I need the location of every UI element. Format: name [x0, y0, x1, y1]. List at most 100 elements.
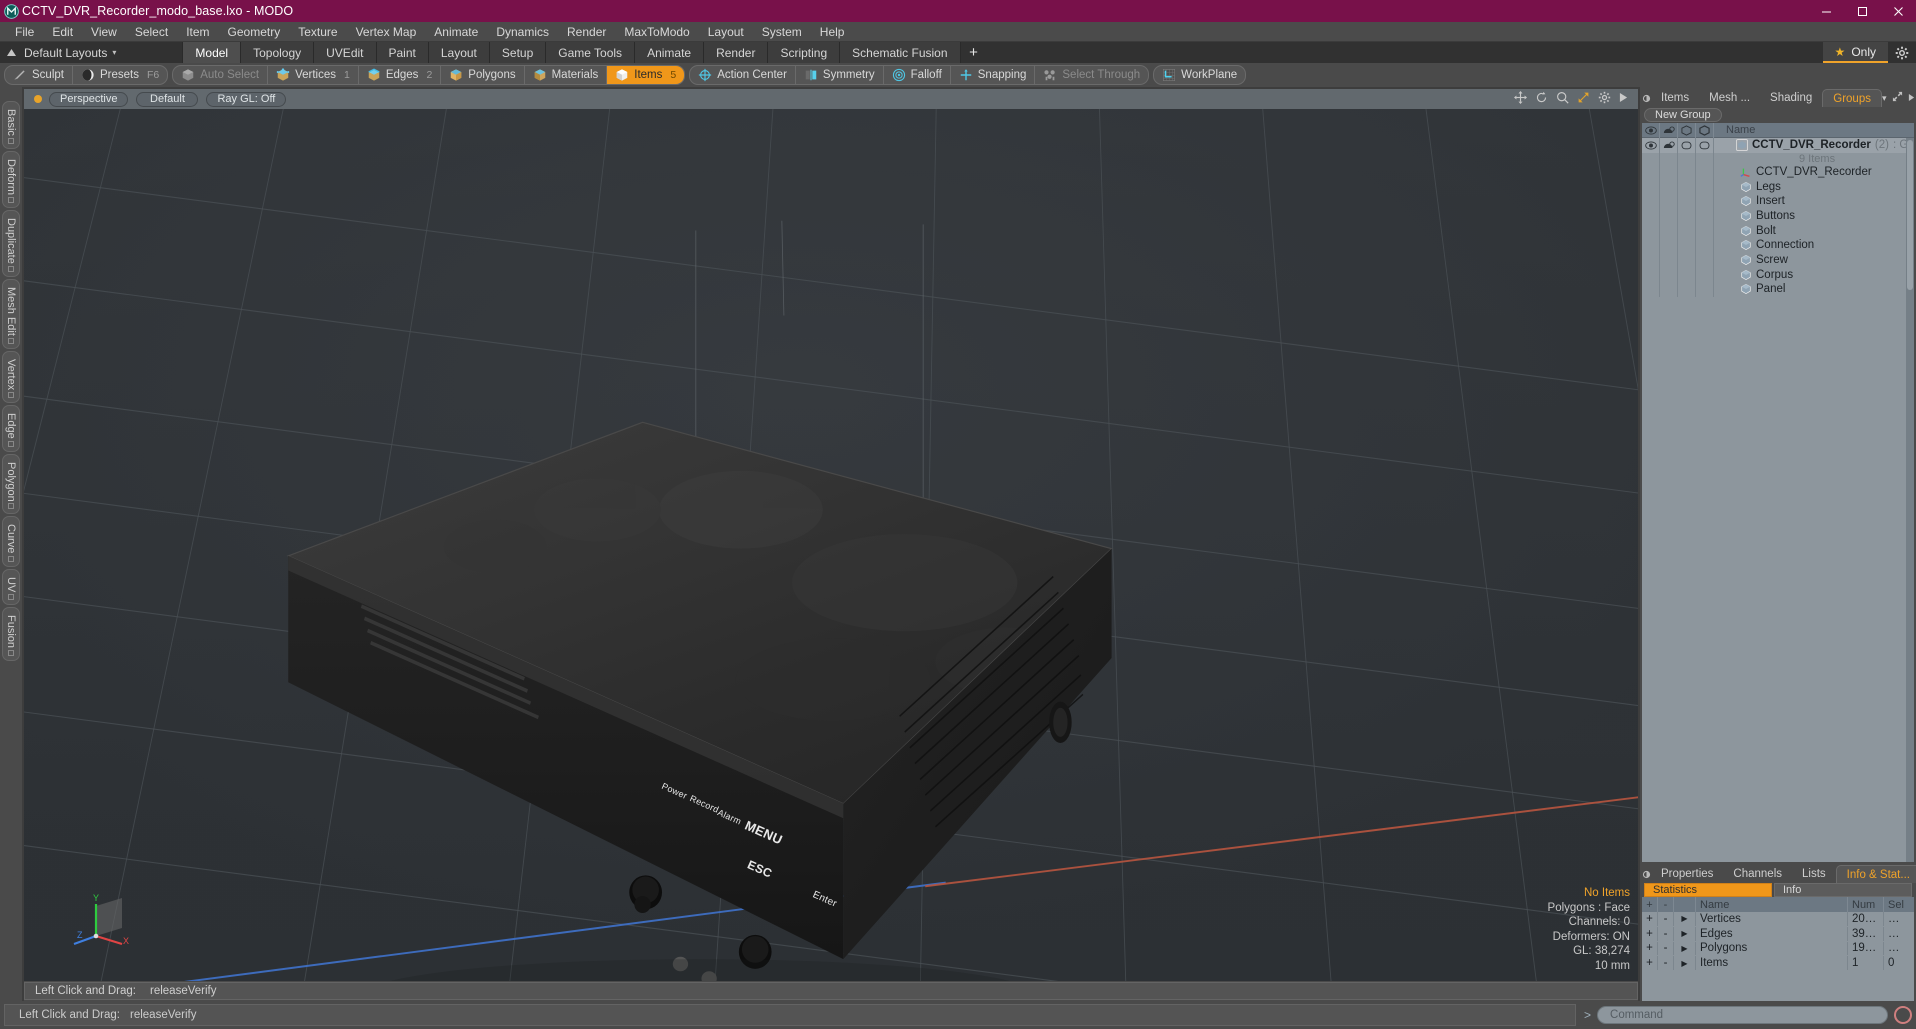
menu-item[interactable]: Item — [177, 22, 218, 42]
viewport-3d[interactable]: Power Record Alarm MENU ESC Enter Y X Z … — [24, 109, 1638, 981]
panel-tab-mesh[interactable]: Mesh ... — [1699, 89, 1761, 107]
menu-geometry[interactable]: Geometry — [219, 22, 290, 42]
command-input[interactable]: Command — [1597, 1006, 1888, 1024]
close-button[interactable] — [1880, 0, 1916, 22]
left-tab-fusion[interactable]: Fusion — [2, 607, 20, 662]
stat-row-minus-button[interactable]: - — [1658, 926, 1674, 941]
left-tab-mesh-edit[interactable]: Mesh Edit — [2, 278, 20, 349]
tool-symmetry[interactable]: Symmetry — [796, 66, 884, 84]
eye-icon[interactable] — [1642, 123, 1660, 138]
groups-tree[interactable]: Name CCTV_DVR_Recorder (2): 9 Items CCT… — [1642, 123, 1914, 862]
tool-auto-select[interactable]: Auto Select — [173, 66, 269, 84]
tool-presets[interactable]: Presets F6 — [73, 66, 167, 84]
chevron-down-icon[interactable]: ▾ — [1882, 93, 1887, 104]
panel-tab-shading[interactable]: Shading — [1760, 89, 1823, 107]
stat-row-minus-button[interactable]: - — [1658, 956, 1674, 971]
left-tab-duplicate[interactable]: Duplicate — [2, 209, 20, 277]
tool-falloff[interactable]: Falloff — [884, 66, 951, 84]
panel-more-icon[interactable] — [1908, 91, 1915, 105]
default-layouts-dropdown[interactable]: Default Layouts ▾ — [22, 42, 128, 63]
stat-row-plus-button[interactable]: + — [1642, 956, 1658, 971]
command-record-button[interactable] — [1894, 1006, 1912, 1024]
stat-row-plus-button[interactable]: + — [1642, 912, 1658, 926]
menu-view[interactable]: View — [82, 22, 126, 42]
add-layout-tab-button[interactable]: + — [961, 42, 987, 63]
tool-workplane[interactable]: WorkPlane — [1154, 66, 1245, 84]
left-tab-deform[interactable]: Deform — [2, 150, 20, 208]
left-tab-uv[interactable]: UV — [2, 568, 20, 606]
statistics-row-vertices[interactable]: + - ▶ Vertices 20… … — [1642, 912, 1914, 927]
layout-tab-paint[interactable]: Paint — [376, 42, 429, 63]
panel-tab-groups[interactable]: Groups — [1822, 89, 1882, 107]
viewport-raygl-dropdown[interactable]: Ray GL: Off — [206, 91, 287, 107]
panel-tab-items[interactable]: Items — [1651, 89, 1700, 107]
tool-items[interactable]: Items 5 — [607, 66, 685, 84]
layout-tab-topology[interactable]: Topology — [241, 42, 315, 63]
menu-maxtomodo[interactable]: MaxToModo — [615, 22, 698, 42]
tool-polygons[interactable]: Polygons — [441, 66, 525, 84]
tree-item-row[interactable]: Buttons — [1642, 208, 1914, 224]
cube-outline-icon[interactable] — [1678, 123, 1696, 138]
tree-group-row[interactable]: CCTV_DVR_Recorder (2) : Group — [1642, 138, 1914, 153]
menu-file[interactable]: File — [6, 22, 43, 42]
minimize-button[interactable] — [1808, 0, 1844, 22]
stat-row-expand-arrow-icon[interactable]: ▶ — [1674, 956, 1696, 971]
zoom-icon[interactable] — [1556, 91, 1569, 107]
viewport-view-mode-dropdown[interactable]: Perspective — [49, 91, 129, 107]
new-group-button[interactable]: New Group — [1644, 108, 1722, 122]
groups-tree-scroll-thumb[interactable] — [1907, 140, 1913, 290]
maximize-button[interactable] — [1844, 0, 1880, 22]
group-render-toggle[interactable] — [1660, 138, 1678, 153]
statistics-row-edges[interactable]: + - ▶ Edges 39… … — [1642, 926, 1914, 942]
stat-row-minus-button[interactable]: - — [1658, 941, 1674, 956]
stats-tab-properties[interactable]: Properties — [1651, 865, 1724, 883]
only-toggle-button[interactable]: ★ Only — [1822, 42, 1888, 63]
left-tab-basic[interactable]: Basic — [2, 101, 20, 149]
tool-select-through[interactable]: Select Through — [1035, 66, 1148, 84]
menu-vertex-map[interactable]: Vertex Map — [347, 22, 426, 42]
menu-texture[interactable]: Texture — [289, 22, 346, 42]
rotate-icon[interactable] — [1535, 91, 1548, 107]
stats-tab-channels[interactable]: Channels — [1723, 865, 1793, 883]
stat-row-expand-arrow-icon[interactable]: ▶ — [1674, 912, 1696, 926]
tool-materials[interactable]: Materials — [525, 66, 608, 84]
stats-tab-lists[interactable]: Lists — [1792, 865, 1836, 883]
menu-edit[interactable]: Edit — [43, 22, 82, 42]
statistics-row-polygons[interactable]: + - ▶ Polygons 19… … — [1642, 941, 1914, 957]
layout-settings-gear-icon[interactable] — [1888, 42, 1916, 63]
menu-select[interactable]: Select — [126, 22, 177, 42]
stats-tab-info-and-stat[interactable]: Info & Stat... — [1835, 865, 1916, 883]
viewport-shading-dropdown[interactable]: Default — [136, 91, 199, 107]
tree-item-row[interactable]: Corpus — [1642, 267, 1914, 282]
tool-sculpt[interactable]: Sculpt — [5, 66, 73, 84]
fit-icon[interactable] — [1577, 91, 1590, 107]
left-tab-curve[interactable]: Curve — [2, 516, 20, 567]
menu-render[interactable]: Render — [558, 22, 615, 42]
tree-item-row[interactable]: Bolt — [1642, 223, 1914, 238]
groups-tree-scrollbar[interactable] — [1906, 138, 1914, 862]
menu-dynamics[interactable]: Dynamics — [487, 22, 558, 42]
render-icon[interactable] — [1660, 123, 1678, 138]
stat-row-plus-button[interactable]: + — [1642, 926, 1658, 941]
tree-item-row[interactable]: Legs — [1642, 179, 1914, 194]
viewport-options-dot[interactable] — [34, 95, 42, 103]
play-icon[interactable] — [1619, 92, 1628, 106]
tool-snapping[interactable]: Snapping — [951, 66, 1036, 84]
stat-row-expand-arrow-icon[interactable]: ▶ — [1674, 926, 1696, 941]
statistics-row-items[interactable]: + - ▶ Items 1 0 — [1642, 956, 1914, 971]
layout-tab-model[interactable]: Model — [182, 42, 242, 63]
gear-icon[interactable] — [1598, 91, 1611, 107]
tool-action-center[interactable]: Action Center — [690, 66, 796, 84]
stats-panel-menu-dot-icon[interactable] — [1642, 865, 1651, 883]
tool-edges[interactable]: Edges 2 — [359, 66, 442, 84]
stat-row-expand-arrow-icon[interactable]: ▶ — [1674, 941, 1696, 956]
subtab-info[interactable]: Info — [1774, 883, 1912, 897]
stat-row-minus-button[interactable]: - — [1658, 912, 1674, 926]
tree-item-row[interactable]: Panel — [1642, 282, 1914, 297]
layout-tab-scripting[interactable]: Scripting — [768, 42, 841, 63]
tool-vertices[interactable]: Vertices 1 — [268, 66, 359, 84]
layout-tab-uvedit[interactable]: UVEdit — [314, 42, 377, 63]
layout-collapse-icon[interactable] — [0, 42, 22, 63]
move-icon[interactable] — [1514, 91, 1527, 107]
left-tab-polygon[interactable]: Polygon — [2, 453, 20, 515]
